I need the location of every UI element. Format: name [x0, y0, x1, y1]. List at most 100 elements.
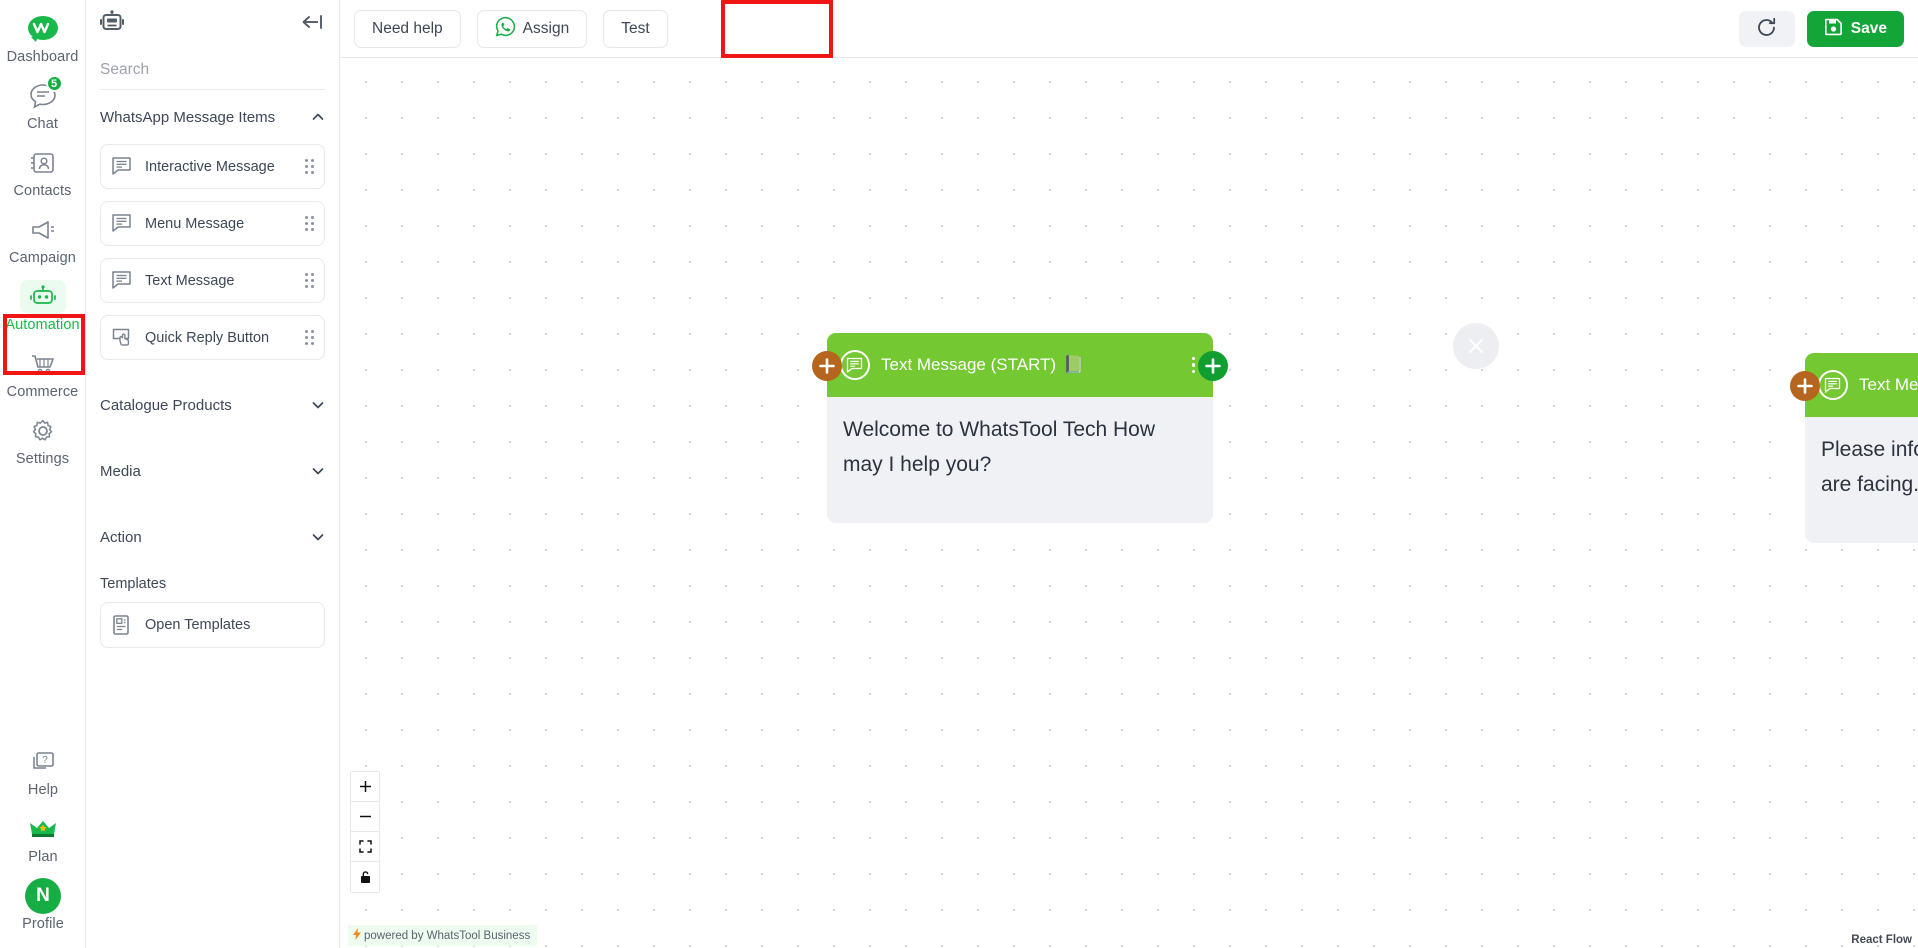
- megaphone-icon: [21, 213, 65, 247]
- edge-layer: [340, 58, 640, 208]
- sidebar-item-dashboard[interactable]: Dashboard: [4, 6, 82, 69]
- sidebar-item-settings[interactable]: Settings: [4, 408, 82, 471]
- rail-bottom-group: ? Help Plan N Profile: [0, 739, 86, 940]
- sidebar-item-label: Dashboard: [6, 49, 79, 65]
- collapse-left-icon[interactable]: [301, 13, 323, 36]
- section-header-action[interactable]: Action: [100, 504, 325, 570]
- flow-canvas[interactable]: Text Message (START) 📗 Welcome to WhatsT…: [340, 58, 1918, 948]
- test-button[interactable]: Test: [603, 9, 668, 48]
- drag-handle-icon[interactable]: [305, 330, 314, 345]
- block-item-menu-message[interactable]: Menu Message: [100, 201, 325, 246]
- section-title: Media: [100, 462, 141, 480]
- sidebar-item-label: Help: [27, 782, 59, 798]
- sidebar-item-profile[interactable]: N Profile: [4, 873, 82, 936]
- panel-header: [86, 0, 339, 48]
- block-item-quick-reply-button[interactable]: Quick Reply Button: [100, 315, 325, 360]
- node-header: Text Message (START) 📗: [827, 333, 1213, 397]
- zoom-out-button[interactable]: [351, 802, 379, 832]
- blocks-panel: WhatsApp Message Items Interactive Messa…: [86, 0, 340, 948]
- assign-label: Assign: [522, 19, 570, 37]
- robot-icon: [19, 280, 66, 314]
- svg-text:?: ?: [42, 755, 48, 766]
- help-screen-icon: ?: [21, 745, 65, 779]
- search-input[interactable]: [100, 60, 325, 79]
- node-emoji: 📗: [1063, 355, 1085, 374]
- node-left-handle[interactable]: [812, 351, 842, 381]
- node-title-wrap: Text Message: [1859, 375, 1918, 395]
- sidebar-item-contacts[interactable]: Contacts: [4, 140, 82, 203]
- drag-handle-icon[interactable]: [305, 159, 314, 174]
- whatsapp-icon: [495, 16, 516, 42]
- edge-delete-icon[interactable]: [1453, 323, 1499, 369]
- node-title: Text Message (START): [881, 355, 1057, 374]
- shopping-cart-icon: [21, 347, 65, 381]
- avatar: N: [21, 878, 65, 914]
- react-flow-attribution[interactable]: React Flow: [1851, 934, 1912, 946]
- main-area: Need help Assign Test Save Text Message …: [340, 0, 1918, 948]
- avatar-initial: N: [25, 878, 61, 914]
- sidebar-item-label: Settings: [15, 451, 70, 467]
- crown-icon: [21, 812, 65, 846]
- node-left-handle[interactable]: [1790, 371, 1820, 401]
- zoom-in-button[interactable]: [351, 772, 379, 802]
- section-header-catalogue-products[interactable]: Catalogue Products: [100, 372, 325, 438]
- chevron-up-icon: [311, 110, 325, 124]
- node-title-wrap: Text Message (START) 📗: [881, 355, 1084, 375]
- drag-handle-icon[interactable]: [305, 216, 314, 231]
- sidebar-item-plan[interactable]: Plan: [4, 806, 82, 869]
- gear-icon: [21, 414, 65, 448]
- search-field-wrap: [100, 50, 325, 90]
- sidebar-item-label: Chat: [26, 116, 59, 132]
- floppy-disk-icon: [1824, 17, 1843, 41]
- sidebar-item-chat[interactable]: 5 Chat: [4, 73, 82, 136]
- chevron-down-icon: [311, 398, 325, 412]
- block-item-label: Interactive Message: [145, 158, 275, 175]
- sidebar-item-automation[interactable]: Automation: [4, 274, 82, 337]
- section-header-media[interactable]: Media: [100, 438, 325, 504]
- section-title: WhatsApp Message Items: [100, 108, 276, 126]
- toolbar: Need help Assign Test Save: [340, 0, 1918, 58]
- section-title: Catalogue Products: [100, 396, 232, 414]
- block-item-label: Text Message: [145, 272, 235, 289]
- block-item-text-message[interactable]: Text Message: [100, 258, 325, 303]
- node-message-text: Welcome to WhatsTool Tech How may I help…: [843, 418, 1156, 476]
- chat-unread-badge: 5: [45, 75, 63, 92]
- message-lines-icon: [111, 213, 137, 235]
- message-lines-icon: [1818, 370, 1848, 400]
- open-templates-button[interactable]: Open Templates: [100, 602, 325, 648]
- test-highlight-box: [721, 0, 833, 58]
- dashboard-logo-icon: [21, 12, 65, 46]
- save-button[interactable]: Save: [1806, 10, 1904, 47]
- refresh-button[interactable]: [1738, 10, 1795, 47]
- sidebar-item-label: Profile: [22, 916, 64, 932]
- block-item-label: Quick Reply Button: [145, 329, 270, 346]
- message-lines-icon: [111, 156, 137, 178]
- node-body: Please inform me about the issue you are…: [1805, 417, 1918, 543]
- block-item-interactive-message[interactable]: Interactive Message: [100, 144, 325, 189]
- drag-handle-icon[interactable]: [305, 273, 314, 288]
- flow-node-text-message-start[interactable]: Text Message (START) 📗 Welcome to WhatsT…: [812, 333, 1228, 523]
- node-header: Text Message: [1805, 353, 1918, 417]
- sidebar-item-commerce[interactable]: Commerce: [4, 341, 82, 404]
- sidebar-item-label: Automation: [5, 317, 80, 333]
- assign-button[interactable]: Assign: [476, 9, 588, 48]
- need-help-button[interactable]: Need help: [354, 9, 461, 48]
- sidebar-item-label: Contacts: [13, 183, 72, 199]
- node-message-text: Please inform me about the issue you are…: [1821, 438, 1918, 496]
- section-header-whatsapp-message-items[interactable]: WhatsApp Message Items: [100, 90, 325, 144]
- node-body: Welcome to WhatsTool Tech How may I help…: [827, 397, 1213, 523]
- node-title: Text Message: [1859, 375, 1918, 394]
- node-right-handle[interactable]: [1198, 351, 1228, 381]
- fit-screen-icon[interactable]: [351, 832, 379, 862]
- quick-reply-icon: [111, 327, 137, 349]
- flow-node-text-message[interactable]: Text Message Please inform me about the …: [1790, 353, 1918, 543]
- lock-button[interactable]: [351, 862, 379, 892]
- section-title: Action: [100, 528, 142, 546]
- open-templates-label: Open Templates: [145, 617, 251, 633]
- sidebar-item-help[interactable]: ? Help: [4, 739, 82, 802]
- sidebar-item-label: Commerce: [6, 384, 79, 400]
- templates-label: Templates: [100, 576, 167, 592]
- bolt-icon: [353, 928, 361, 943]
- sidebar-item-campaign[interactable]: Campaign: [4, 207, 82, 270]
- contacts-card-icon: [21, 146, 65, 180]
